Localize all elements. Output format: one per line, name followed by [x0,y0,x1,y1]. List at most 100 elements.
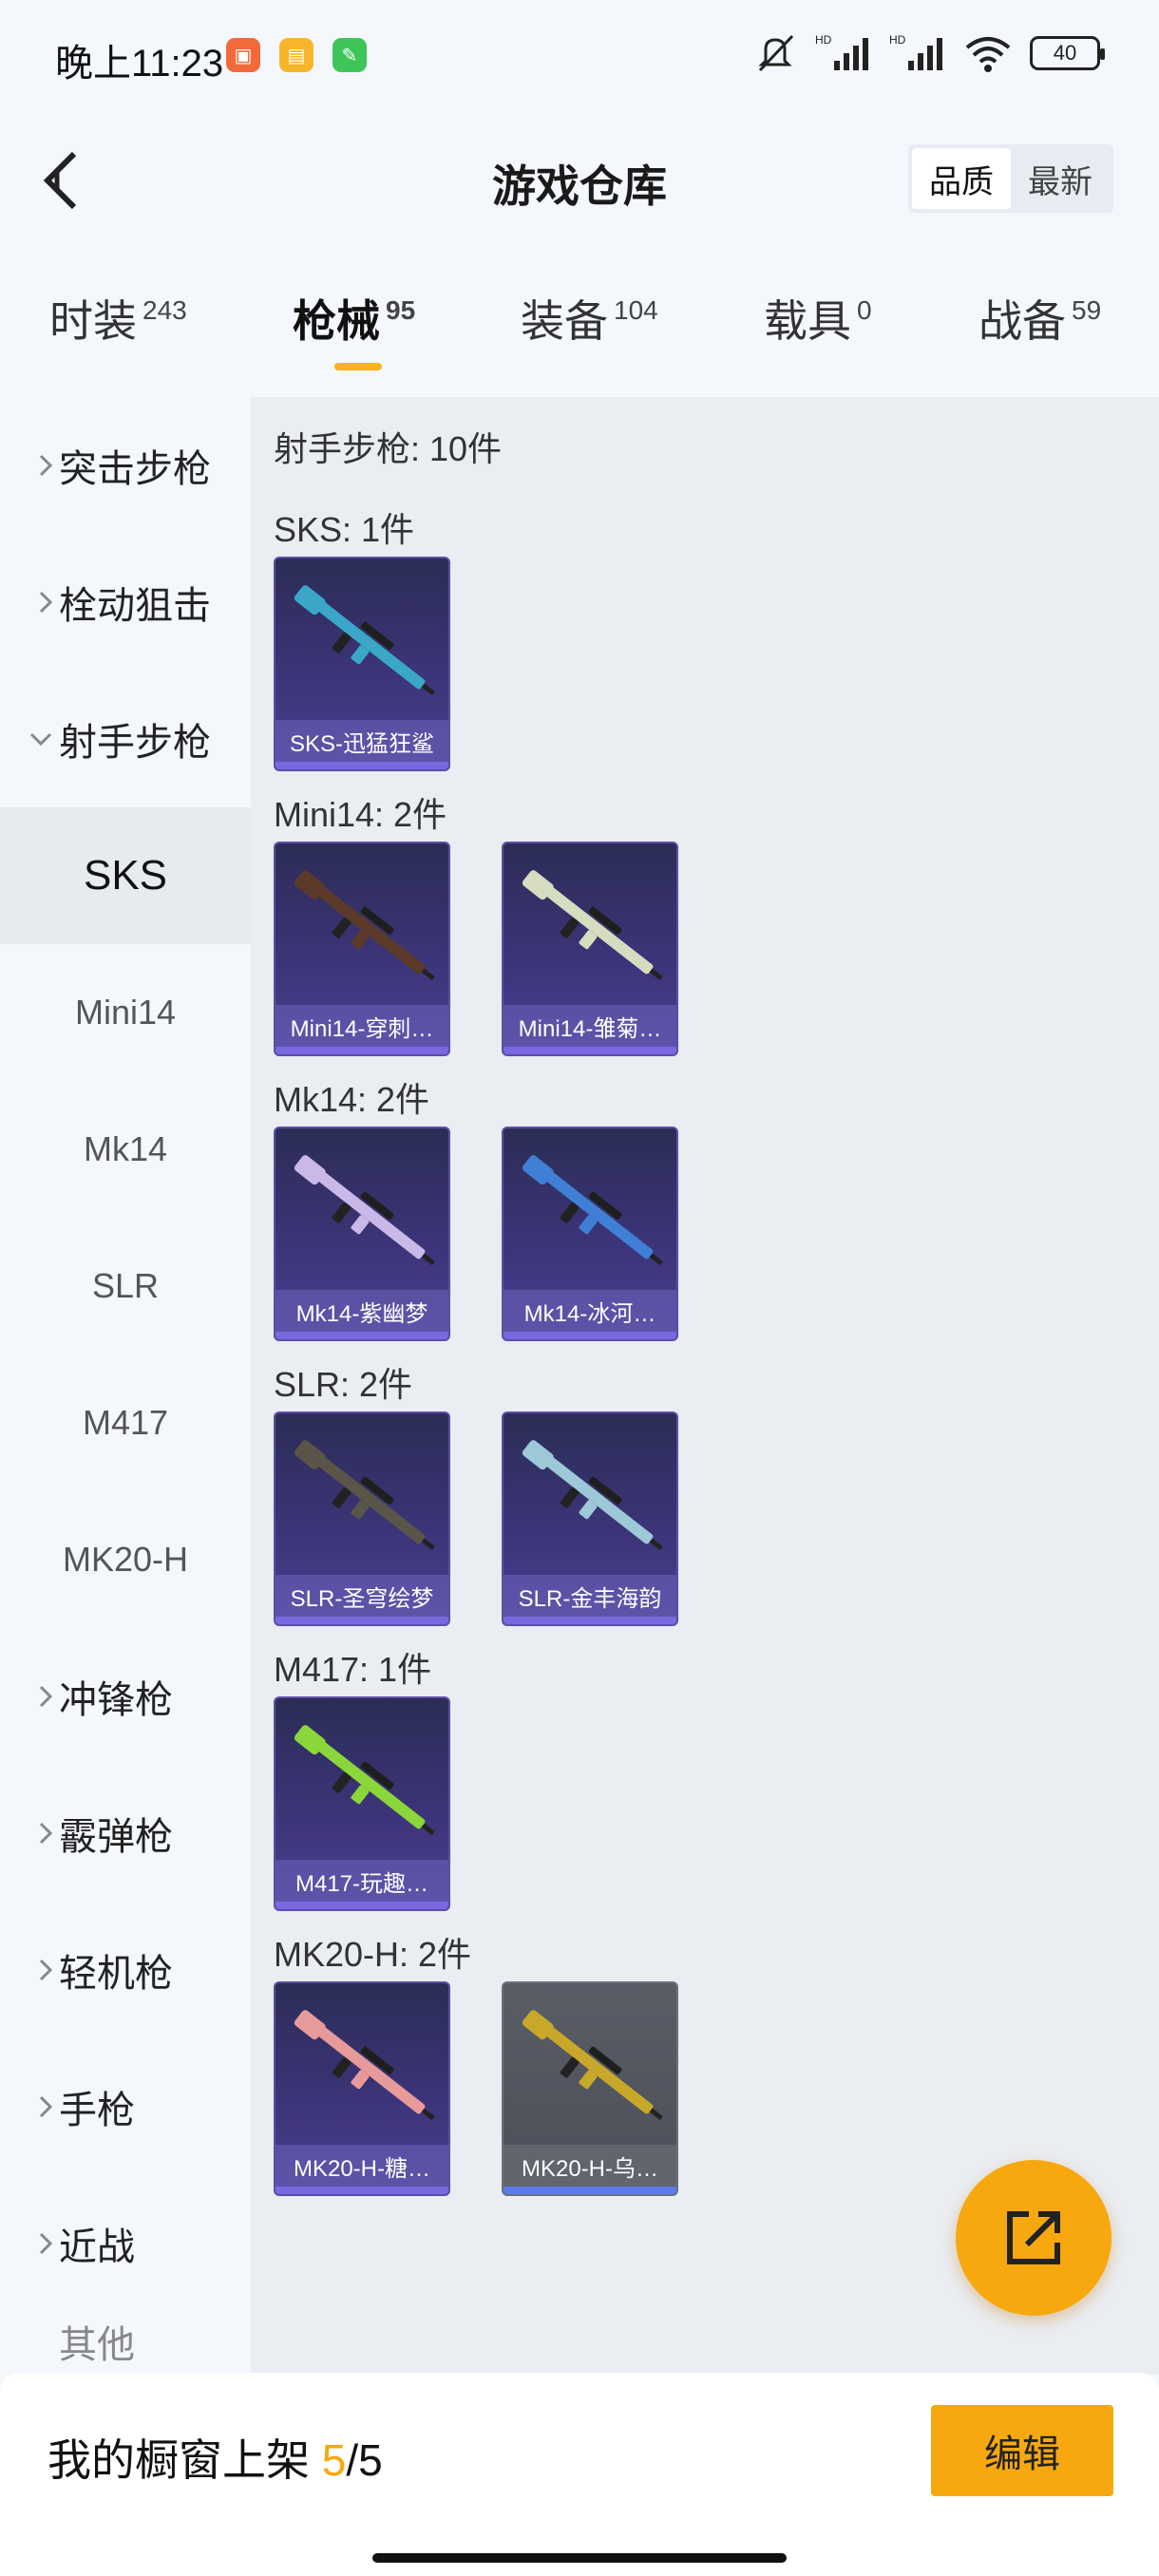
svg-text:HD: HD [889,33,906,47]
sidebar-subitem-m417[interactable]: M417 [0,1354,251,1491]
tab-equipment[interactable]: 装备 104 [521,287,658,350]
sidebar-item-shotgun[interactable]: 霰弹枪 [0,1765,251,1902]
notification-tool-icon: ✎ [332,38,367,72]
sidebar-subitem-mk14[interactable]: Mk14 [0,1081,251,1218]
share-button[interactable] [956,2160,1112,2316]
notification-chat-icon: ▤ [279,38,314,72]
chevron-right-icon [39,1959,53,1981]
rifle-skin-image [522,1440,663,1551]
skin-card-label: SLR-圣穹绘梦 [276,1575,448,1617]
external-link-icon [1007,2211,1060,2264]
sidebar-subitem-slr[interactable]: SLR [0,1218,251,1354]
skin-card-label: Mini14-穿刺… [276,1005,448,1047]
rifle-skin-image [294,1440,435,1551]
rarity-strip [504,1617,676,1624]
sidebar-item-smg[interactable]: 冲锋枪 [0,1628,251,1765]
home-indicator[interactable] [372,2553,787,2563]
group-title-mk20h: MK20-H: 2件 [274,1935,472,1974]
rifle-skin-image [522,2010,663,2121]
sidebar-item-bolt-sniper[interactable]: 栓动狙击 [0,534,251,671]
sort-newest-button[interactable]: 最新 [1011,148,1110,209]
card-row-mini14: Mini14-穿刺… Mini14-雏菊… [274,842,1159,1056]
group-title-sks: SKS: 1件 [274,510,415,549]
tab-label: 枪械 [293,296,380,346]
signal-hd-icon: HD [815,33,868,70]
tab-fashion[interactable]: 时装 243 [49,287,187,350]
skin-card-label: Mk14-紫幽梦 [276,1290,448,1332]
tab-gear[interactable]: 战备 59 [978,287,1101,350]
weapon-category-sidebar: 突击步枪 栓动狙击 射手步枪 SKS Mini14 Mk14 SLR M417 … [0,397,251,2375]
skin-card-label: MK20-H-乌… [504,2145,676,2187]
skin-card[interactable]: Mini14-雏菊… [502,842,678,1056]
skin-card[interactable]: Mini14-穿刺… [274,842,450,1056]
active-tab-indicator [334,363,382,370]
rarity-strip [504,1047,676,1054]
section-title: 射手步枪: 10件 [274,429,503,468]
rifle-skin-image [294,1155,435,1266]
skin-card[interactable]: SLR-圣穹绘梦 [274,1411,450,1626]
sidebar-item-label: 冲锋枪 [59,1679,173,1721]
skin-card[interactable]: M417-玩趣… [274,1696,450,1911]
rarity-strip [276,1047,448,1054]
sort-quality-button[interactable]: 品质 [912,148,1011,209]
chevron-right-icon [39,454,53,477]
tab-count: 243 [142,295,187,325]
skin-card-label: MK20-H-糖… [276,2145,448,2187]
group-title-mk14: Mk14: 2件 [274,1080,430,1119]
sidebar-subitem-mk20h[interactable]: MK20-H [0,1491,251,1628]
group-title-slr: SLR: 2件 [274,1365,413,1404]
back-button[interactable] [27,142,95,218]
skin-card-label: M417-玩趣… [276,1860,448,1902]
rifle-skin-image [522,870,663,981]
card-row-sks: SKS-迅猛狂鲨 [274,557,1159,771]
tab-count: 0 [857,295,872,325]
sidebar-subitem-sks[interactable]: SKS [0,807,251,944]
back-arrow-icon [43,151,77,210]
chevron-right-icon [39,1685,53,1708]
card-row-m417: M417-玩趣… [274,1696,1159,1911]
wifi-icon [965,37,1011,72]
tab-firearms[interactable]: 枪械 95 [293,287,415,350]
skin-card[interactable]: SKS-迅猛狂鲨 [274,557,450,771]
sidebar-item-pistol[interactable]: 手枪 [0,2038,251,2175]
status-time: 晚上11:23 [55,43,224,85]
chevron-right-icon [39,2232,53,2255]
tab-label: 战备 [978,296,1066,346]
rarity-strip [276,1902,448,1909]
showcase-count: 我的橱窗上架 5/5 [48,2426,383,2489]
tab-label: 时装 [49,296,137,346]
signal-hd-icon-2: HD [889,33,942,70]
card-row-slr: SLR-圣穹绘梦 SLR-金丰海韵 [274,1411,1159,1626]
sidebar-item-label: 近战 [59,2226,135,2268]
rarity-strip [276,1332,448,1339]
showcase-label: 我的橱窗上架 [48,2435,310,2485]
skin-card[interactable]: Mk14-紫幽梦 [274,1127,450,1341]
sidebar-item-dmr[interactable]: 射手步枪 [0,671,251,807]
rifle-skin-image [294,2010,435,2121]
card-row-mk14: Mk14-紫幽梦 Mk14-冰河… [274,1127,1159,1341]
sidebar-item-melee[interactable]: 近战 [0,2175,251,2312]
skin-card[interactable]: MK20-H-糖… [274,1981,450,2196]
sidebar-item-assault-rifle[interactable]: 突击步枪 [0,397,251,534]
skin-card[interactable]: SLR-金丰海韵 [502,1411,678,1626]
rarity-strip [276,762,448,769]
tab-count: 95 [386,295,416,325]
svg-text:HD: HD [815,33,832,47]
weapon-skin-list: 射手步枪: 10件 SKS: 1件 SKS-迅猛狂鲨 Mini14: 2件 Mi… [251,397,1159,2375]
skin-card-label: SKS-迅猛狂鲨 [276,720,448,762]
chevron-right-icon [39,1822,53,1845]
sidebar-item-label: 突击步枪 [59,448,211,490]
showcase-current: 5 [321,2435,347,2485]
sidebar-item-label: 射手步枪 [59,722,211,764]
skin-card-label: SLR-金丰海韵 [504,1575,676,1617]
skin-card[interactable]: MK20-H-乌… [502,1981,678,2196]
chevron-right-icon [39,591,53,614]
rifle-skin-image [294,1725,435,1836]
sidebar-subitem-mini14[interactable]: Mini14 [0,944,251,1081]
sidebar-item-other[interactable]: 其他 [0,2312,251,2369]
bottom-bar: 我的橱窗上架 5/5 编辑 [0,2373,1159,2576]
edit-button[interactable]: 编辑 [931,2405,1113,2496]
tab-vehicles[interactable]: 载具 0 [764,287,872,350]
skin-card[interactable]: Mk14-冰河… [502,1127,678,1341]
sidebar-item-lmg[interactable]: 轻机枪 [0,1902,251,2038]
